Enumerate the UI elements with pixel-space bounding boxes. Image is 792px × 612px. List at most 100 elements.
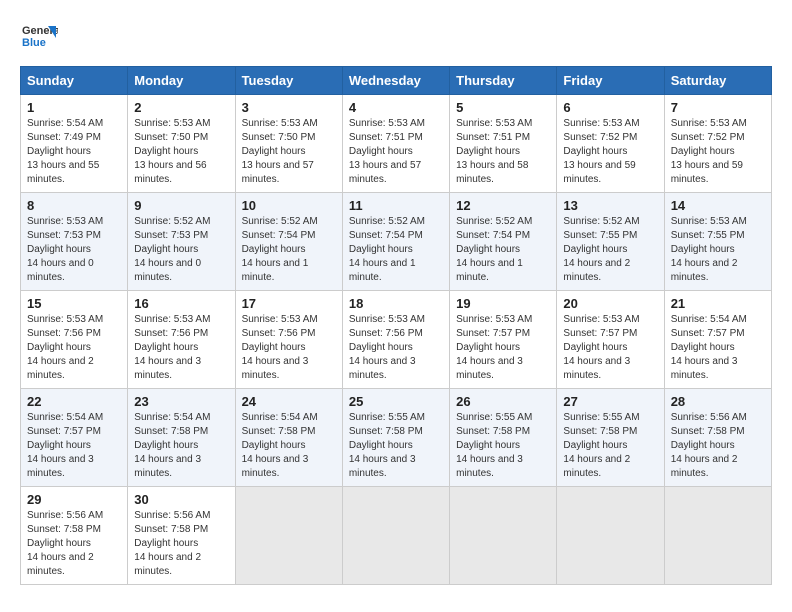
calendar-cell: 28 Sunrise: 5:56 AMSunset: 7:58 PMDayligh…: [664, 389, 771, 487]
day-number: 13: [563, 198, 657, 213]
day-number: 6: [563, 100, 657, 115]
day-info: Sunrise: 5:52 AMSunset: 7:54 PMDaylight …: [242, 215, 336, 285]
calendar-week-row: 29 Sunrise: 5:56 AMSunset: 7:58 PMDayligh…: [21, 487, 772, 585]
weekday-header-monday: Monday: [128, 67, 235, 95]
weekday-header-wednesday: Wednesday: [342, 67, 449, 95]
day-info: Sunrise: 5:55 AMSunset: 7:58 PMDaylight …: [563, 411, 657, 481]
weekday-header-friday: Friday: [557, 67, 664, 95]
day-number: 7: [671, 100, 765, 115]
calendar-cell: 10 Sunrise: 5:52 AMSunset: 7:54 PMDayligh…: [235, 193, 342, 291]
day-number: 4: [349, 100, 443, 115]
calendar-week-row: 8 Sunrise: 5:53 AMSunset: 7:53 PMDaylight…: [21, 193, 772, 291]
day-number: 14: [671, 198, 765, 213]
day-info: Sunrise: 5:54 AMSunset: 7:58 PMDaylight …: [134, 411, 228, 481]
weekday-header-saturday: Saturday: [664, 67, 771, 95]
day-number: 29: [27, 492, 121, 507]
day-number: 27: [563, 394, 657, 409]
calendar-cell: 25Sunrise: 5:55 AMSunset: 7:58 PMDayligh…: [342, 389, 449, 487]
day-info: Sunrise: 5:53 AMSunset: 7:56 PMDaylight …: [134, 313, 228, 383]
calendar-cell: 14 Sunrise: 5:53 AMSunset: 7:55 PMDayligh…: [664, 193, 771, 291]
day-number: 22: [27, 394, 121, 409]
calendar-cell: 4 Sunrise: 5:53 AMSunset: 7:51 PMDaylight…: [342, 95, 449, 193]
day-number: 11: [349, 198, 443, 213]
day-info: Sunrise: 5:53 AMSunset: 7:52 PMDaylight …: [563, 117, 657, 187]
calendar: SundayMondayTuesdayWednesdayThursdayFrid…: [20, 66, 772, 585]
calendar-cell: [664, 487, 771, 585]
day-info: Sunrise: 5:52 AMSunset: 7:55 PMDaylight …: [563, 215, 657, 285]
calendar-cell: 21Sunrise: 5:54 AMSunset: 7:57 PMDayligh…: [664, 291, 771, 389]
calendar-cell: 7 Sunrise: 5:53 AMSunset: 7:52 PMDaylight…: [664, 95, 771, 193]
calendar-cell: 13 Sunrise: 5:52 AMSunset: 7:55 PMDayligh…: [557, 193, 664, 291]
day-info: Sunrise: 5:53 AMSunset: 7:52 PMDaylight …: [671, 117, 765, 187]
calendar-cell: 20Sunrise: 5:53 AMSunset: 7:57 PMDayligh…: [557, 291, 664, 389]
calendar-week-row: 22Sunrise: 5:54 AMSunset: 7:57 PMDayligh…: [21, 389, 772, 487]
day-number: 20: [563, 296, 657, 311]
calendar-cell: 3 Sunrise: 5:53 AMSunset: 7:50 PMDaylight…: [235, 95, 342, 193]
calendar-cell: [450, 487, 557, 585]
day-number: 3: [242, 100, 336, 115]
day-info: Sunrise: 5:54 AMSunset: 7:49 PMDaylight …: [27, 117, 121, 187]
day-number: 30: [134, 492, 228, 507]
day-info: Sunrise: 5:53 AMSunset: 7:50 PMDaylight …: [134, 117, 228, 187]
day-number: 16: [134, 296, 228, 311]
weekday-header-tuesday: Tuesday: [235, 67, 342, 95]
calendar-cell: 30 Sunrise: 5:56 AMSunset: 7:58 PMDayligh…: [128, 487, 235, 585]
day-number: 8: [27, 198, 121, 213]
day-number: 12: [456, 198, 550, 213]
calendar-cell: 12Sunrise: 5:52 AMSunset: 7:54 PMDayligh…: [450, 193, 557, 291]
calendar-cell: 1 Sunrise: 5:54 AMSunset: 7:49 PMDaylight…: [21, 95, 128, 193]
calendar-week-row: 1 Sunrise: 5:54 AMSunset: 7:49 PMDaylight…: [21, 95, 772, 193]
day-info: Sunrise: 5:54 AMSunset: 7:58 PMDaylight …: [242, 411, 336, 481]
day-info: Sunrise: 5:53 AMSunset: 7:51 PMDaylight …: [349, 117, 443, 187]
day-info: Sunrise: 5:53 AMSunset: 7:51 PMDaylight …: [456, 117, 550, 187]
calendar-cell: 15Sunrise: 5:53 AMSunset: 7:56 PMDayligh…: [21, 291, 128, 389]
calendar-cell: 22Sunrise: 5:54 AMSunset: 7:57 PMDayligh…: [21, 389, 128, 487]
day-number: 26: [456, 394, 550, 409]
day-number: 10: [242, 198, 336, 213]
weekday-header-thursday: Thursday: [450, 67, 557, 95]
day-info: Sunrise: 5:53 AMSunset: 7:56 PMDaylight …: [349, 313, 443, 383]
calendar-cell: 24 Sunrise: 5:54 AMSunset: 7:58 PMDayligh…: [235, 389, 342, 487]
calendar-cell: 19 Sunrise: 5:53 AMSunset: 7:57 PMDayligh…: [450, 291, 557, 389]
day-info: Sunrise: 5:53 AMSunset: 7:55 PMDaylight …: [671, 215, 765, 285]
day-info: Sunrise: 5:55 AMSunset: 7:58 PMDaylight …: [456, 411, 550, 481]
calendar-cell: 27 Sunrise: 5:55 AMSunset: 7:58 PMDayligh…: [557, 389, 664, 487]
day-info: Sunrise: 5:53 AMSunset: 7:56 PMDaylight …: [27, 313, 121, 383]
day-number: 5: [456, 100, 550, 115]
day-number: 21: [671, 296, 765, 311]
header: General Blue: [20, 18, 772, 56]
weekday-header-row: SundayMondayTuesdayWednesdayThursdayFrid…: [21, 67, 772, 95]
calendar-cell: 23 Sunrise: 5:54 AMSunset: 7:58 PMDayligh…: [128, 389, 235, 487]
day-number: 28: [671, 394, 765, 409]
weekday-header-sunday: Sunday: [21, 67, 128, 95]
day-number: 24: [242, 394, 336, 409]
calendar-cell: 17Sunrise: 5:53 AMSunset: 7:56 PMDayligh…: [235, 291, 342, 389]
calendar-cell: [235, 487, 342, 585]
page: General Blue SundayMondayTuesdayWednesda…: [0, 0, 792, 612]
calendar-cell: 11 Sunrise: 5:52 AMSunset: 7:54 PMDayligh…: [342, 193, 449, 291]
day-info: Sunrise: 5:52 AMSunset: 7:54 PMDaylight …: [349, 215, 443, 285]
day-number: 19: [456, 296, 550, 311]
calendar-cell: 29 Sunrise: 5:56 AMSunset: 7:58 PMDayligh…: [21, 487, 128, 585]
day-number: 25: [349, 394, 443, 409]
day-number: 2: [134, 100, 228, 115]
day-number: 18: [349, 296, 443, 311]
day-info: Sunrise: 5:53 AMSunset: 7:53 PMDaylight …: [27, 215, 121, 285]
day-info: Sunrise: 5:56 AMSunset: 7:58 PMDaylight …: [27, 509, 121, 579]
day-info: Sunrise: 5:53 AMSunset: 7:57 PMDaylight …: [456, 313, 550, 383]
svg-text:Blue: Blue: [22, 37, 46, 49]
calendar-week-row: 15Sunrise: 5:53 AMSunset: 7:56 PMDayligh…: [21, 291, 772, 389]
calendar-cell: 18 Sunrise: 5:53 AMSunset: 7:56 PMDayligh…: [342, 291, 449, 389]
day-info: Sunrise: 5:56 AMSunset: 7:58 PMDaylight …: [134, 509, 228, 579]
calendar-cell: 5 Sunrise: 5:53 AMSunset: 7:51 PMDaylight…: [450, 95, 557, 193]
calendar-cell: [557, 487, 664, 585]
calendar-cell: 2 Sunrise: 5:53 AMSunset: 7:50 PMDaylight…: [128, 95, 235, 193]
logo: General Blue: [20, 18, 60, 56]
calendar-cell: 16 Sunrise: 5:53 AMSunset: 7:56 PMDayligh…: [128, 291, 235, 389]
day-info: Sunrise: 5:56 AMSunset: 7:58 PMDaylight …: [671, 411, 765, 481]
day-number: 1: [27, 100, 121, 115]
calendar-cell: 8 Sunrise: 5:53 AMSunset: 7:53 PMDaylight…: [21, 193, 128, 291]
day-number: 23: [134, 394, 228, 409]
calendar-cell: 6 Sunrise: 5:53 AMSunset: 7:52 PMDaylight…: [557, 95, 664, 193]
day-info: Sunrise: 5:53 AMSunset: 7:50 PMDaylight …: [242, 117, 336, 187]
